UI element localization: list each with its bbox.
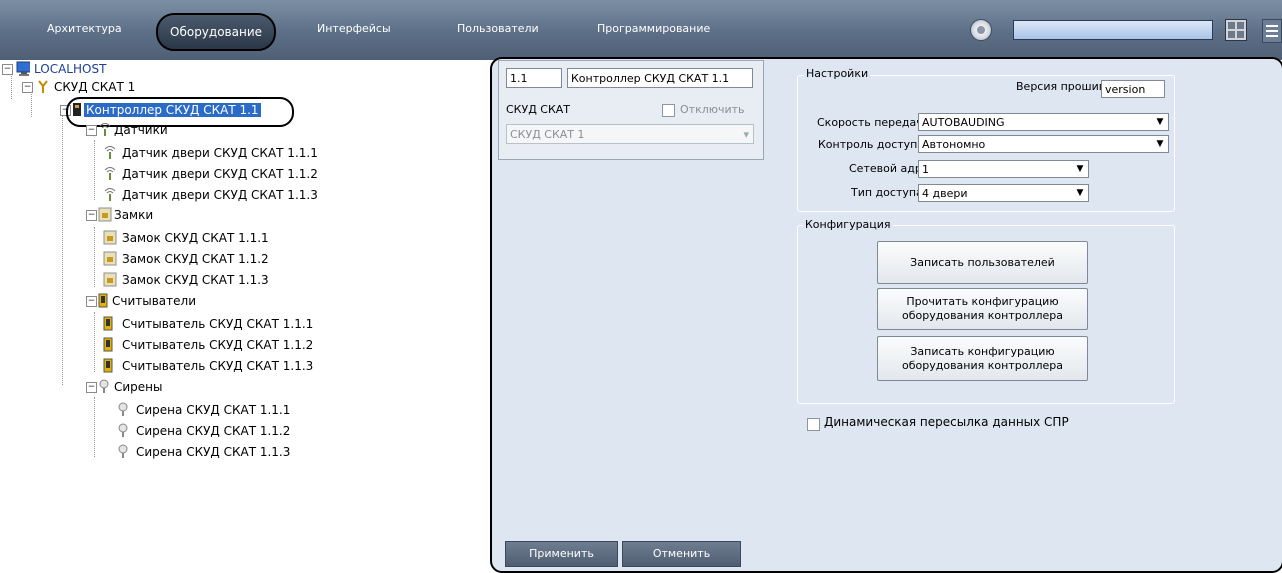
tree-node-siren-2[interactable]: Сирена СКУД СКАТ 1.1.2 (117, 422, 290, 440)
tree-node-sensor-1[interactable]: Датчик двери СКУД СКАТ 1.1.1 (103, 144, 318, 162)
collapse-icon[interactable]: − (2, 64, 13, 75)
reader-icon (103, 358, 113, 373)
siren-icon (118, 402, 128, 416)
top-menu-bar: Архитектура Оборудование Интерфейсы Поль… (0, 0, 1282, 60)
tree-node-sensor-3[interactable]: Датчик двери СКУД СКАТ 1.1.3 (103, 186, 318, 204)
lock-icon (103, 230, 117, 245)
collapse-icon[interactable]: − (86, 210, 97, 221)
tree-node-locks[interactable]: − Замки (86, 206, 153, 224)
chevron-down-icon: ▼ (1076, 188, 1084, 198)
access-type-label: Тип доступа: (851, 186, 927, 199)
firmware-field: version (1101, 80, 1165, 98)
baud-select[interactable]: AUTOBAUDING ▼ (918, 113, 1169, 131)
tree-node-reader-1[interactable]: Считыватель СКУД СКАТ 1.1.1 (103, 315, 313, 333)
tree-node-siren-1[interactable]: Сирена СКУД СКАТ 1.1.1 (117, 401, 290, 419)
access-type-value: 4 двери (922, 187, 968, 200)
tree-node-siren-3[interactable]: Сирена СКУД СКАТ 1.1.3 (117, 443, 290, 461)
settings-circle-icon[interactable] (970, 19, 992, 41)
parent-select: СКУД СКАТ 1 ▾ (506, 124, 754, 144)
sensor-icon (104, 146, 116, 159)
tree-node-lock-1[interactable]: Замок СКУД СКАТ 1.1.1 (103, 229, 269, 247)
write-users-label: Записать пользователей (910, 256, 1055, 269)
net-address-select[interactable]: 1 ▼ (918, 160, 1089, 178)
siren-icon (99, 379, 109, 393)
apply-button[interactable]: Применить (505, 541, 618, 567)
tree-node-sensors[interactable]: − Датчики (86, 121, 168, 139)
read-config-button[interactable]: Прочитать конфигурацию оборудования конт… (877, 288, 1088, 330)
object-id-field[interactable]: 1.1 (506, 68, 562, 88)
grid-layout-icon[interactable] (1225, 19, 1247, 41)
reader-icon (103, 337, 113, 352)
cancel-button[interactable]: Отменить (622, 541, 741, 567)
device-icon (38, 80, 48, 93)
object-type-label: СКУД СКАТ (506, 103, 571, 116)
chevron-down-icon: ▼ (1156, 117, 1164, 127)
tab-equipment[interactable]: Оборудование (156, 13, 276, 51)
net-address-value: 1 (922, 163, 929, 176)
lock-icon (103, 251, 117, 266)
collapse-icon[interactable]: − (86, 296, 97, 307)
lock-icon (98, 207, 112, 222)
dynamic-transfer-label: Динамическая пересылка данных СПР (824, 415, 1069, 429)
config-group-title: Конфигурация (803, 218, 893, 231)
siren-icon (118, 423, 128, 437)
tab-architecture[interactable]: Архитектура (47, 22, 122, 35)
disable-label: Отключить (680, 103, 745, 116)
tree-node-device[interactable]: − СКУД СКАТ 1 (22, 78, 135, 96)
access-type-select[interactable]: 4 двери ▼ (918, 184, 1089, 202)
chevron-down-icon: ▾ (743, 128, 749, 141)
siren-icon (118, 444, 128, 458)
write-config-label-2: оборудования контроллера (902, 359, 1063, 372)
computer-icon (16, 61, 30, 76)
tree-node-lock-2[interactable]: Замок СКУД СКАТ 1.1.2 (103, 250, 269, 268)
collapse-icon[interactable]: − (86, 382, 97, 393)
access-control-value: Автономно (922, 138, 986, 151)
tree-node-lock-3[interactable]: Замок СКУД СКАТ 1.1.3 (103, 271, 269, 289)
tree-node-sensor-2[interactable]: Датчик двери СКУД СКАТ 1.1.2 (103, 165, 318, 183)
parent-select-value: СКУД СКАТ 1 (510, 128, 585, 141)
baud-label: Скорость передачи: (817, 116, 934, 129)
sensor-icon (104, 167, 116, 180)
sensor-icon (104, 188, 116, 201)
tree-node-reader-2[interactable]: Считыватель СКУД СКАТ 1.1.2 (103, 336, 313, 354)
collapse-icon[interactable]: − (22, 82, 33, 93)
top-search-input[interactable] (1013, 20, 1213, 40)
tab-interfaces[interactable]: Интерфейсы (317, 22, 391, 35)
write-config-button[interactable]: Записать конфигурацию оборудования контр… (877, 336, 1088, 381)
tree-node-readers[interactable]: − Считыватели (86, 292, 196, 310)
lock-icon (103, 272, 117, 287)
reader-icon (98, 293, 108, 308)
disable-checkbox[interactable] (662, 104, 675, 117)
chevron-down-icon: ▼ (1076, 164, 1084, 174)
access-control-label: Контроль доступа: (818, 138, 928, 151)
tree-node-sirens[interactable]: − Сирены (86, 378, 163, 396)
reader-icon (103, 316, 113, 331)
menu-icon[interactable] (1262, 19, 1282, 43)
tree-node-localhost[interactable]: − LOCALHOST (0, 60, 106, 78)
write-users-button[interactable]: Записать пользователей (877, 241, 1088, 284)
baud-select-value: AUTOBAUDING (922, 116, 1005, 129)
tab-users[interactable]: Пользователи (457, 22, 539, 35)
settings-group-title: Настройки (804, 67, 871, 80)
dynamic-transfer-checkbox[interactable] (807, 418, 820, 431)
access-control-select[interactable]: Автономно ▼ (918, 135, 1169, 153)
sensor-icon (99, 123, 111, 136)
read-config-label-2: оборудования контроллера (902, 309, 1063, 322)
tab-programming[interactable]: Программирование (597, 22, 710, 35)
collapse-icon[interactable]: − (86, 125, 97, 136)
tree-node-reader-3[interactable]: Считыватель СКУД СКАТ 1.1.3 (103, 357, 313, 375)
read-config-label-1: Прочитать конфигурацию (906, 295, 1059, 308)
object-name-field[interactable]: Контроллер СКУД СКАТ 1.1 (567, 68, 753, 88)
write-config-label-1: Записать конфигурацию (910, 345, 1055, 358)
chevron-down-icon: ▼ (1156, 139, 1164, 149)
